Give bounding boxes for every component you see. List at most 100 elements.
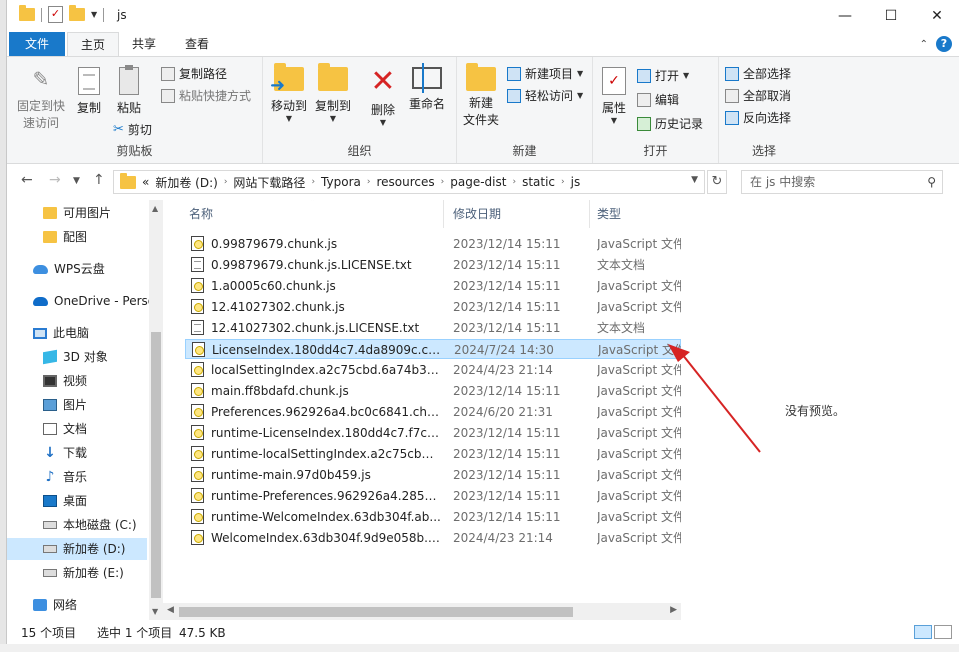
breadcrumb-separator-icon[interactable]: › bbox=[367, 177, 371, 187]
breadcrumb-static[interactable]: static bbox=[522, 175, 555, 189]
nav-item-3d-objects[interactable]: 3D 对象 bbox=[7, 346, 108, 368]
breadcrumb-js[interactable]: js bbox=[571, 175, 581, 189]
tab-home[interactable]: 主页 bbox=[67, 32, 119, 56]
large-icons-view-button[interactable] bbox=[934, 625, 952, 639]
file-row[interactable]: 12.41027302.chunk.js 2023/12/14 15:11 Java… bbox=[185, 297, 681, 317]
breadcrumb-drive-d[interactable]: 新加卷 (D:) bbox=[155, 174, 217, 191]
breadcrumb-typora[interactable]: Typora bbox=[321, 175, 361, 189]
nav-item-drive-e[interactable]: 新加卷 (E:) bbox=[7, 562, 124, 584]
pin-quick-access-button[interactable]: ✎ 固定到快 速访问 bbox=[13, 67, 69, 132]
scrollbar-thumb[interactable] bbox=[179, 607, 573, 617]
scroll-right-icon[interactable]: ▶ bbox=[670, 605, 677, 615]
select-none-button[interactable]: 全部取消 bbox=[725, 87, 791, 104]
search-input[interactable]: 在 js 中搜索 ⚲ bbox=[741, 170, 943, 194]
new-item-button[interactable]: 新建项目 ▼ bbox=[507, 65, 583, 82]
paste-shortcut-button[interactable]: 粘贴快捷方式 bbox=[161, 87, 251, 104]
breadcrumb-separator-icon[interactable]: › bbox=[561, 177, 565, 187]
history-button[interactable]: 历史记录 bbox=[637, 115, 703, 132]
nav-item-drive-c[interactable]: 本地磁盘 (C:) bbox=[7, 514, 137, 536]
breadcrumb-separator-icon[interactable]: › bbox=[224, 177, 228, 187]
file-row[interactable]: main.ff8bdafd.chunk.js 2023/12/14 15:11 Ja… bbox=[185, 381, 681, 401]
nav-item-illustrations[interactable]: 配图 bbox=[7, 226, 87, 248]
column-header-name[interactable]: 名称 bbox=[189, 200, 213, 228]
navigation-scrollbar[interactable]: ▲ ▼ bbox=[149, 200, 163, 620]
breadcrumb-page-dist[interactable]: page-dist bbox=[450, 175, 506, 189]
file-row[interactable]: 0.99879679.chunk.js.LICENSE.txt 2023/12/1… bbox=[185, 255, 681, 275]
properties-button[interactable]: ✓ 属性 ▼ bbox=[597, 67, 631, 125]
maximize-button[interactable]: ☐ bbox=[868, 0, 914, 32]
nav-item-downloads[interactable]: ↓ 下载 bbox=[7, 442, 87, 464]
back-arrow-icon[interactable]: ← bbox=[21, 172, 33, 188]
nav-item-drive-d[interactable]: 新加卷 (D:) bbox=[7, 538, 147, 560]
nav-item-documents[interactable]: 文档 bbox=[7, 418, 87, 440]
new-folder-icon[interactable] bbox=[69, 5, 85, 21]
close-button[interactable]: ✕ bbox=[914, 0, 959, 32]
customize-toolbar-icon[interactable]: ▼ bbox=[91, 10, 97, 19]
nav-item-music[interactable]: ♪ 音乐 bbox=[7, 466, 87, 488]
column-header-date[interactable]: 修改日期 bbox=[453, 200, 501, 228]
move-to-button[interactable]: ➜ 移动到 ▼ bbox=[269, 63, 309, 123]
scroll-left-icon[interactable]: ◀ bbox=[167, 605, 174, 615]
tab-file[interactable]: 文件 bbox=[9, 32, 65, 56]
minimize-button[interactable]: — bbox=[822, 0, 868, 32]
file-row[interactable]: 12.41027302.chunk.js.LICENSE.txt 2023/12/… bbox=[185, 318, 681, 338]
collapse-ribbon-icon[interactable]: ⌃ bbox=[920, 39, 928, 50]
cut-button[interactable]: ✂ 剪切 bbox=[113, 121, 152, 138]
refresh-button[interactable]: ↻ bbox=[707, 170, 727, 194]
nav-item-wps-cloud[interactable]: WPS云盘 bbox=[7, 258, 105, 280]
scroll-down-icon[interactable]: ▼ bbox=[152, 607, 158, 616]
file-row[interactable]: 0.99879679.chunk.js 2023/12/14 15:11 JavaS… bbox=[185, 234, 681, 254]
scrollbar-thumb[interactable] bbox=[151, 332, 161, 598]
file-row[interactable]: runtime-Preferences.962926a4.285ea... 202… bbox=[185, 486, 681, 506]
file-row[interactable]: WelcomeIndex.63db304f.9d9e058b.c... 2024/… bbox=[185, 528, 681, 548]
copy-button[interactable]: 复制 bbox=[71, 67, 107, 116]
breadcrumb-separator-icon[interactable]: › bbox=[512, 177, 516, 187]
file-row[interactable]: runtime-localSettingIndex.a2c75cbd.6... 2… bbox=[185, 444, 681, 464]
forward-arrow-icon[interactable]: → bbox=[49, 172, 61, 188]
breadcrumb-separator-icon[interactable]: › bbox=[311, 177, 315, 187]
scroll-up-icon[interactable]: ▲ bbox=[152, 204, 158, 213]
tab-share[interactable]: 共享 bbox=[121, 32, 167, 56]
nav-item-desktop[interactable]: 桌面 bbox=[7, 490, 87, 512]
nav-item-videos[interactable]: 视频 bbox=[7, 370, 87, 392]
properties-icon: ✓ bbox=[602, 67, 626, 95]
file-row[interactable]: runtime-WelcomeIndex.63db304f.ab... 2023/… bbox=[185, 507, 681, 527]
address-dropdown-icon[interactable]: ▼ bbox=[691, 175, 698, 185]
file-row[interactable]: runtime-main.97d0b459.js 2023/12/14 15:11… bbox=[185, 465, 681, 485]
column-header-type[interactable]: 类型 bbox=[597, 200, 621, 228]
select-all-button[interactable]: 全部选择 bbox=[725, 65, 791, 82]
open-button[interactable]: 打开 ▼ bbox=[637, 67, 689, 84]
up-arrow-icon[interactable]: ↑ bbox=[93, 172, 105, 188]
nav-item-network[interactable]: 网络 bbox=[7, 594, 77, 616]
copy-to-button[interactable]: 复制到 ▼ bbox=[313, 63, 353, 123]
copy-path-button[interactable]: 复制路径 bbox=[161, 65, 227, 82]
breadcrumb-download-path[interactable]: 网站下载路径 bbox=[233, 174, 305, 191]
invert-selection-button[interactable]: 反向选择 bbox=[725, 109, 791, 126]
breadcrumb-resources[interactable]: resources bbox=[376, 175, 434, 189]
file-row[interactable]: 1.a0005c60.chunk.js 2023/12/14 15:11 JavaS… bbox=[185, 276, 681, 296]
properties-icon[interactable]: ✓ bbox=[48, 6, 63, 23]
address-bar[interactable]: « 新加卷 (D:) › 网站下载路径 › Typora › resources… bbox=[113, 170, 705, 194]
details-view-button[interactable] bbox=[914, 625, 932, 639]
horizontal-scrollbar[interactable]: ◀ ▶ bbox=[163, 603, 681, 620]
ribbon-tabs: 文件 主页 共享 查看 ⌃ ? bbox=[7, 32, 959, 56]
delete-button[interactable]: ✕ 删除 ▼ bbox=[365, 67, 401, 128]
paste-button[interactable]: 粘贴 bbox=[111, 65, 147, 116]
tab-view[interactable]: 查看 bbox=[171, 32, 223, 56]
breadcrumb-separator-icon[interactable]: › bbox=[441, 177, 445, 187]
new-folder-button[interactable]: 新建 文件夹 bbox=[461, 63, 501, 129]
easy-access-button[interactable]: 轻松访问 ▼ bbox=[507, 87, 583, 104]
edit-button[interactable]: 编辑 bbox=[637, 91, 679, 108]
nav-item-pictures[interactable]: 图片 bbox=[7, 394, 87, 416]
file-row[interactable]: runtime-LicenseIndex.180dd4c7.f7c00... 20… bbox=[185, 423, 681, 443]
nav-item-onedrive[interactable]: OneDrive - Perso bbox=[7, 290, 155, 312]
file-row[interactable]: Preferences.962926a4.bc0c6841.chun... 202… bbox=[185, 402, 681, 422]
nav-item-this-pc[interactable]: 此电脑 bbox=[7, 322, 89, 344]
recent-locations-icon[interactable]: ▼ bbox=[73, 176, 80, 186]
overflow-crumb[interactable]: « bbox=[142, 175, 149, 189]
nav-item-usable-images[interactable]: 可用图片 bbox=[7, 202, 111, 224]
file-row[interactable]: LicenseIndex.180dd4c7.4da8909c.chu... 202… bbox=[185, 339, 681, 359]
rename-button[interactable]: 重命名 bbox=[405, 63, 449, 112]
file-row[interactable]: localSettingIndex.a2c75cbd.6a74b30... 202… bbox=[185, 360, 681, 380]
help-icon[interactable]: ? bbox=[936, 36, 952, 52]
